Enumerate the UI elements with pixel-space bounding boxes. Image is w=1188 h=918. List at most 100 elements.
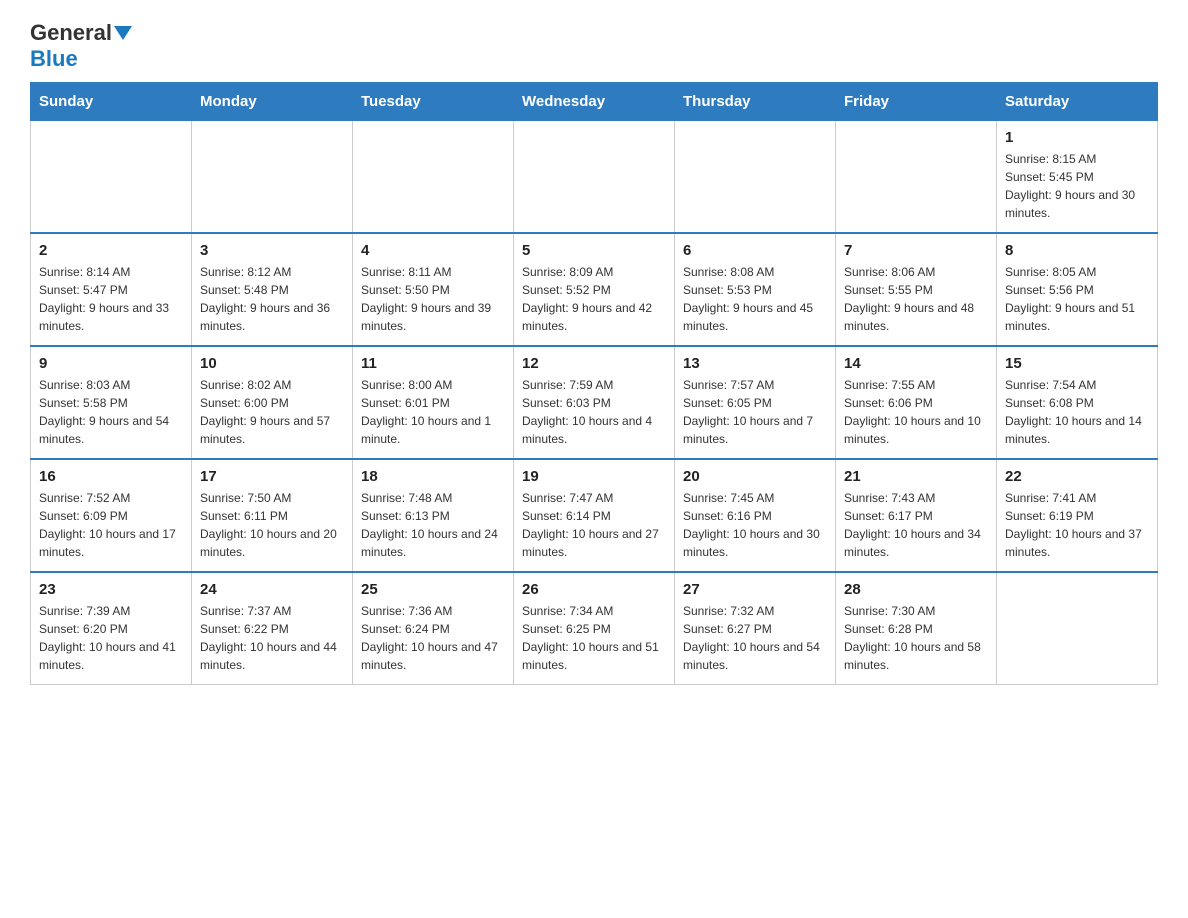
calendar-cell: 19 Sunrise: 7:47 AM Sunset: 6:14 PM Dayli… — [514, 459, 675, 572]
calendar-cell: 22Sunrise: 7:41 AM Sunset: 6:19 PM Dayli… — [997, 459, 1158, 572]
calendar-cell: 9 Sunrise: 8:03 AM Sunset: 5:58 PM Daylig… — [31, 346, 192, 459]
calendar-cell: 28 Sunrise: 7:30 AM Sunset: 6:28 PM Dayli… — [836, 572, 997, 685]
day-number: 14 — [844, 355, 988, 372]
day-number: 13 — [683, 355, 827, 372]
day-number: 26 — [522, 581, 666, 598]
day-number: 7 — [844, 242, 988, 259]
day-info: Sunrise: 7:48 AM Sunset: 6:13 PM Dayligh… — [361, 489, 505, 561]
col-header-saturday: Saturday — [997, 83, 1158, 121]
day-number: 10 — [200, 355, 344, 372]
col-header-sunday: Sunday — [31, 83, 192, 121]
day-number: 3 — [200, 242, 344, 259]
calendar-header-row: SundayMondayTuesdayWednesdayThursdayFrid… — [31, 83, 1158, 121]
day-info: Sunrise: 8:02 AM Sunset: 6:00 PM Dayligh… — [200, 376, 344, 448]
day-number: 18 — [361, 468, 505, 485]
col-header-thursday: Thursday — [675, 83, 836, 121]
calendar-cell: 10 Sunrise: 8:02 AM Sunset: 6:00 PM Dayli… — [192, 346, 353, 459]
logo-general: General — [30, 20, 112, 45]
calendar-cell: 27 Sunrise: 7:32 AM Sunset: 6:27 PM Dayli… — [675, 572, 836, 685]
calendar-cell: 8 Sunrise: 8:05 AM Sunset: 5:56 PM Daylig… — [997, 233, 1158, 346]
calendar-cell: 20 Sunrise: 7:45 AM Sunset: 6:16 PM Dayli… — [675, 459, 836, 572]
calendar-cell: 21 Sunrise: 7:43 AM Sunset: 6:17 PM Dayli… — [836, 459, 997, 572]
calendar-cell: 24Sunrise: 7:37 AM Sunset: 6:22 PM Dayli… — [192, 572, 353, 685]
calendar-cell: 25 Sunrise: 7:36 AM Sunset: 6:24 PM Dayli… — [353, 572, 514, 685]
day-number: 15 — [1005, 355, 1149, 372]
day-info: Sunrise: 7:34 AM Sunset: 6:25 PM Dayligh… — [522, 602, 666, 674]
day-info: Sunrise: 7:59 AM Sunset: 6:03 PM Dayligh… — [522, 376, 666, 448]
day-number: 20 — [683, 468, 827, 485]
calendar-cell: 2 Sunrise: 8:14 AM Sunset: 5:47 PM Daylig… — [31, 233, 192, 346]
day-info: Sunrise: 7:47 AM Sunset: 6:14 PM Dayligh… — [522, 489, 666, 561]
day-info: Sunrise: 8:03 AM Sunset: 5:58 PM Dayligh… — [39, 376, 183, 448]
day-info: Sunrise: 7:43 AM Sunset: 6:17 PM Dayligh… — [844, 489, 988, 561]
day-info: Sunrise: 8:05 AM Sunset: 5:56 PM Dayligh… — [1005, 263, 1149, 335]
day-info: Sunrise: 8:14 AM Sunset: 5:47 PM Dayligh… — [39, 263, 183, 335]
calendar-week-row: 16 Sunrise: 7:52 AM Sunset: 6:09 PM Dayli… — [31, 459, 1158, 572]
calendar-cell — [192, 121, 353, 234]
calendar-cell — [675, 121, 836, 234]
day-info: Sunrise: 7:55 AM Sunset: 6:06 PM Dayligh… — [844, 376, 988, 448]
col-header-monday: Monday — [192, 83, 353, 121]
day-info: Sunrise: 7:32 AM Sunset: 6:27 PM Dayligh… — [683, 602, 827, 674]
day-info: Sunrise: 8:15 AM Sunset: 5:45 PM Dayligh… — [1005, 150, 1149, 222]
calendar-cell: 18 Sunrise: 7:48 AM Sunset: 6:13 PM Dayli… — [353, 459, 514, 572]
page-header: General Blue — [30, 20, 1158, 72]
day-number: 17 — [200, 468, 344, 485]
calendar-cell: 15 Sunrise: 7:54 AM Sunset: 6:08 PM Dayli… — [997, 346, 1158, 459]
day-number: 27 — [683, 581, 827, 598]
day-info: Sunrise: 8:00 AM Sunset: 6:01 PM Dayligh… — [361, 376, 505, 448]
day-number: 5 — [522, 242, 666, 259]
calendar-cell: 7Sunrise: 8:06 AM Sunset: 5:55 PM Daylig… — [836, 233, 997, 346]
logo: General Blue — [30, 20, 132, 72]
calendar-cell — [353, 121, 514, 234]
calendar-week-row: 23Sunrise: 7:39 AM Sunset: 6:20 PM Dayli… — [31, 572, 1158, 685]
col-header-tuesday: Tuesday — [353, 83, 514, 121]
calendar-cell: 12 Sunrise: 7:59 AM Sunset: 6:03 PM Dayli… — [514, 346, 675, 459]
calendar-cell: 17 Sunrise: 7:50 AM Sunset: 6:11 PM Dayli… — [192, 459, 353, 572]
calendar-cell: 23Sunrise: 7:39 AM Sunset: 6:20 PM Dayli… — [31, 572, 192, 685]
day-number: 4 — [361, 242, 505, 259]
calendar-cell — [997, 572, 1158, 685]
day-info: Sunrise: 7:54 AM Sunset: 6:08 PM Dayligh… — [1005, 376, 1149, 448]
day-info: Sunrise: 7:50 AM Sunset: 6:11 PM Dayligh… — [200, 489, 344, 561]
day-info: Sunrise: 8:11 AM Sunset: 5:50 PM Dayligh… — [361, 263, 505, 335]
day-info: Sunrise: 7:45 AM Sunset: 6:16 PM Dayligh… — [683, 489, 827, 561]
col-header-wednesday: Wednesday — [514, 83, 675, 121]
day-number: 2 — [39, 242, 183, 259]
day-number: 16 — [39, 468, 183, 485]
calendar-cell — [514, 121, 675, 234]
day-number: 22 — [1005, 468, 1149, 485]
day-number: 6 — [683, 242, 827, 259]
calendar-cell: 4 Sunrise: 8:11 AM Sunset: 5:50 PM Daylig… — [353, 233, 514, 346]
calendar-cell — [836, 121, 997, 234]
calendar-table: SundayMondayTuesdayWednesdayThursdayFrid… — [30, 82, 1158, 685]
col-header-friday: Friday — [836, 83, 997, 121]
day-info: Sunrise: 7:30 AM Sunset: 6:28 PM Dayligh… — [844, 602, 988, 674]
day-number: 11 — [361, 355, 505, 372]
day-number: 1 — [1005, 129, 1149, 146]
calendar-cell: 6Sunrise: 8:08 AM Sunset: 5:53 PM Daylig… — [675, 233, 836, 346]
calendar-cell — [31, 121, 192, 234]
day-info: Sunrise: 7:52 AM Sunset: 6:09 PM Dayligh… — [39, 489, 183, 561]
day-number: 28 — [844, 581, 988, 598]
day-number: 19 — [522, 468, 666, 485]
day-number: 12 — [522, 355, 666, 372]
calendar-cell: 13Sunrise: 7:57 AM Sunset: 6:05 PM Dayli… — [675, 346, 836, 459]
calendar-cell: 11 Sunrise: 8:00 AM Sunset: 6:01 PM Dayli… — [353, 346, 514, 459]
day-number: 21 — [844, 468, 988, 485]
day-info: Sunrise: 7:37 AM Sunset: 6:22 PM Dayligh… — [200, 602, 344, 674]
calendar-cell: 14 Sunrise: 7:55 AM Sunset: 6:06 PM Dayli… — [836, 346, 997, 459]
day-number: 8 — [1005, 242, 1149, 259]
calendar-cell: 26 Sunrise: 7:34 AM Sunset: 6:25 PM Dayli… — [514, 572, 675, 685]
day-info: Sunrise: 8:12 AM Sunset: 5:48 PM Dayligh… — [200, 263, 344, 335]
calendar-cell: 16 Sunrise: 7:52 AM Sunset: 6:09 PM Dayli… — [31, 459, 192, 572]
logo-blue: Blue — [30, 46, 78, 71]
day-info: Sunrise: 8:09 AM Sunset: 5:52 PM Dayligh… — [522, 263, 666, 335]
calendar-cell: 5 Sunrise: 8:09 AM Sunset: 5:52 PM Daylig… — [514, 233, 675, 346]
day-number: 25 — [361, 581, 505, 598]
calendar-cell: 3 Sunrise: 8:12 AM Sunset: 5:48 PM Daylig… — [192, 233, 353, 346]
calendar-week-row: 9 Sunrise: 8:03 AM Sunset: 5:58 PM Daylig… — [31, 346, 1158, 459]
day-info: Sunrise: 7:36 AM Sunset: 6:24 PM Dayligh… — [361, 602, 505, 674]
calendar-cell: 1 Sunrise: 8:15 AM Sunset: 5:45 PM Daylig… — [997, 121, 1158, 234]
day-number: 9 — [39, 355, 183, 372]
